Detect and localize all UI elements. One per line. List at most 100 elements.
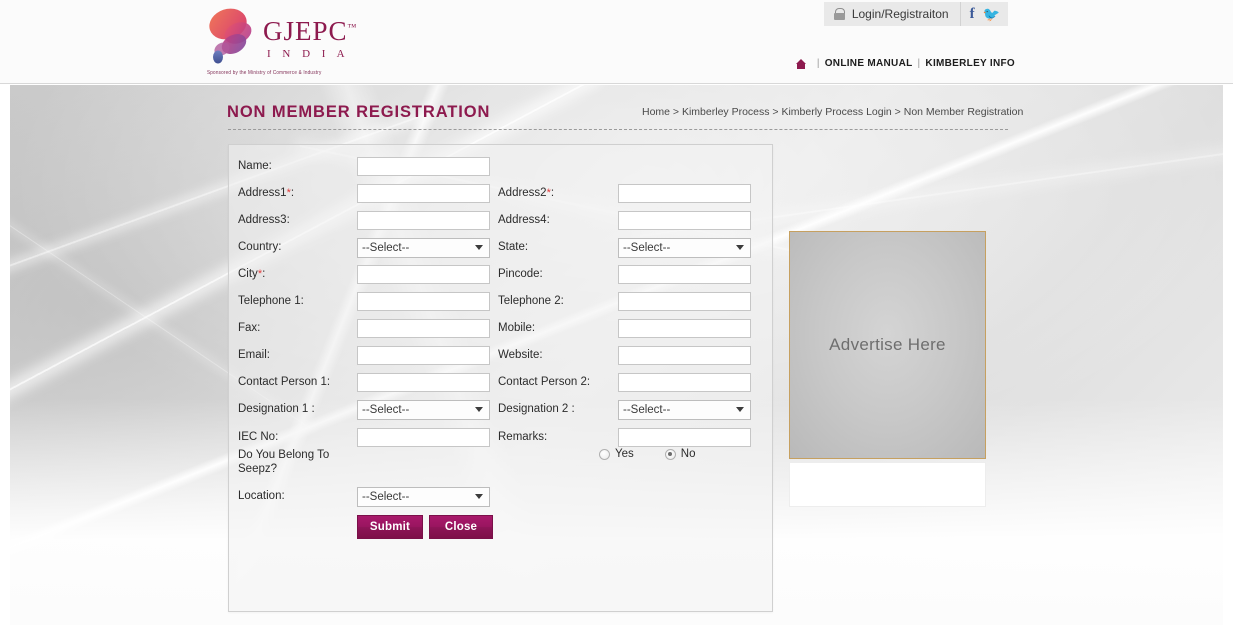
form-row-address1-address2: Address1*: Address2*:: [229, 180, 774, 207]
facebook-icon[interactable]: f: [970, 7, 975, 22]
lock-icon: [834, 8, 845, 20]
designation1-select[interactable]: --Select--: [357, 400, 490, 420]
logo-tagline: Sponsored by the Ministry of Commerce & …: [207, 69, 321, 75]
chevron-down-icon: [475, 407, 483, 412]
label-designation1: Designation 1 :: [238, 402, 356, 416]
label-name: Name:: [238, 159, 356, 173]
address4-input[interactable]: [618, 211, 751, 230]
top-nav: | ONLINE MANUAL | KIMBERLEY INFO: [796, 58, 1015, 69]
site-header: GJEPC™ I N D I A Sponsored by the Minist…: [0, 0, 1233, 84]
contact-person2-input[interactable]: [618, 373, 751, 392]
logo-brand-text: GJEPC™: [263, 18, 357, 45]
chevron-down-icon: [736, 245, 744, 250]
contact-person1-input[interactable]: [357, 373, 490, 392]
home-icon[interactable]: [796, 59, 807, 69]
login-registration-bar[interactable]: Login/Registraiton f 🐦: [824, 2, 1008, 26]
label-address2-text: Address2: [498, 187, 547, 199]
designation2-select[interactable]: --Select--: [618, 400, 751, 420]
form-row-email-website: Email: Website:: [229, 342, 774, 369]
form-row-name: Name:: [229, 153, 774, 180]
label-fax: Fax:: [238, 321, 356, 335]
pincode-input[interactable]: [618, 265, 751, 284]
chevron-down-icon: [475, 245, 483, 250]
close-button[interactable]: Close: [429, 515, 493, 539]
website-input[interactable]: [618, 346, 751, 365]
label-location: Location:: [238, 489, 356, 503]
label-telephone1: Telephone 1:: [238, 294, 356, 308]
title-divider: [228, 129, 1008, 130]
state-select-value: --Select--: [623, 242, 670, 254]
country-select-value: --Select--: [362, 242, 409, 254]
non-member-registration-form: Name: Address1*: Address2*: Address3: Ad…: [228, 144, 773, 612]
seepz-radio-yes[interactable]: Yes: [599, 448, 634, 460]
gjepc-logo[interactable]: GJEPC™ I N D I A Sponsored by the Minist…: [205, 4, 405, 80]
logo-sub-label: I N D I A: [267, 48, 349, 60]
address1-input[interactable]: [357, 184, 490, 203]
page-title: NON MEMBER REGISTRATION: [227, 103, 490, 122]
form-row-location: Location: --Select--: [229, 483, 774, 510]
label-website: Website:: [498, 348, 610, 362]
logo-brand-label: GJEPC: [263, 16, 348, 46]
logo-trademark: ™: [348, 22, 358, 32]
nav-item-kimberley-info[interactable]: KIMBERLEY INFO: [925, 58, 1015, 69]
nav-item-online-manual[interactable]: ONLINE MANUAL: [825, 58, 913, 69]
advertise-here-label: Advertise Here: [829, 335, 946, 355]
label-colon: :: [291, 187, 294, 199]
nav-divider-1: |: [817, 58, 820, 69]
designation1-select-value: --Select--: [362, 404, 409, 416]
twitter-icon[interactable]: 🐦: [983, 7, 1000, 21]
label-designation2: Designation 2 :: [498, 402, 610, 416]
label-mobile: Mobile:: [498, 321, 610, 335]
location-select[interactable]: --Select--: [357, 487, 490, 507]
label-address1-text: Address1: [238, 187, 287, 199]
nav-divider-2: |: [918, 58, 921, 69]
label-colon: :: [262, 268, 265, 280]
gjepc-logo-mark: [205, 6, 263, 68]
label-country: Country:: [238, 240, 356, 254]
breadcrumb[interactable]: Home > Kimberley Process > Kimberly Proc…: [642, 106, 1023, 118]
label-address1: Address1*:: [238, 186, 356, 201]
label-city-text: City: [238, 268, 258, 280]
page-body: NON MEMBER REGISTRATION Home > Kimberley…: [0, 85, 1233, 625]
state-select[interactable]: --Select--: [618, 238, 751, 258]
submit-button[interactable]: Submit: [357, 515, 423, 539]
seepz-radio-no[interactable]: No: [665, 448, 696, 460]
page-right-edge: [1223, 85, 1233, 625]
label-address4: Address4:: [498, 213, 610, 227]
form-row-buttons: Submit Close: [229, 513, 774, 540]
designation2-select-value: --Select--: [623, 404, 670, 416]
form-row-address3-address4: Address3: Address4:: [229, 207, 774, 234]
address3-input[interactable]: [357, 211, 490, 230]
name-input[interactable]: [357, 157, 490, 176]
fax-input[interactable]: [357, 319, 490, 338]
telephone2-input[interactable]: [618, 292, 751, 311]
form-row-contact-person: Contact Person 1: Contact Person 2:: [229, 369, 774, 396]
radio-yes-label: Yes: [615, 448, 634, 460]
form-row-designation: Designation 1 : --Select-- Designation 2…: [229, 396, 774, 423]
form-row-telephone: Telephone 1: Telephone 2:: [229, 288, 774, 315]
advertise-secondary-panel: [789, 462, 986, 507]
address2-input[interactable]: [618, 184, 751, 203]
location-select-value: --Select--: [362, 491, 409, 503]
label-state: State:: [498, 240, 610, 254]
chevron-down-icon: [736, 407, 744, 412]
form-row-seepz: Do You Belong To Seepz? Yes No: [229, 442, 774, 476]
label-colon: :: [551, 187, 554, 199]
page-left-edge: [0, 85, 10, 625]
login-registration-label: Login/Registraiton: [852, 7, 949, 21]
seepz-radio-group: Yes No: [599, 448, 695, 460]
label-email: Email:: [238, 348, 356, 362]
form-row-fax-mobile: Fax: Mobile:: [229, 315, 774, 342]
label-address3: Address3:: [238, 213, 356, 227]
city-input[interactable]: [357, 265, 490, 284]
radio-yes-indicator: [599, 449, 610, 460]
advertise-here-panel[interactable]: Advertise Here: [789, 231, 986, 459]
telephone1-input[interactable]: [357, 292, 490, 311]
label-pincode: Pincode:: [498, 267, 610, 281]
country-select[interactable]: --Select--: [357, 238, 490, 258]
email-input[interactable]: [357, 346, 490, 365]
label-seepz: Do You Belong To Seepz?: [238, 448, 350, 477]
form-row-city-pincode: City*: Pincode:: [229, 261, 774, 288]
label-contact-person1: Contact Person 1:: [238, 375, 356, 389]
mobile-input[interactable]: [618, 319, 751, 338]
